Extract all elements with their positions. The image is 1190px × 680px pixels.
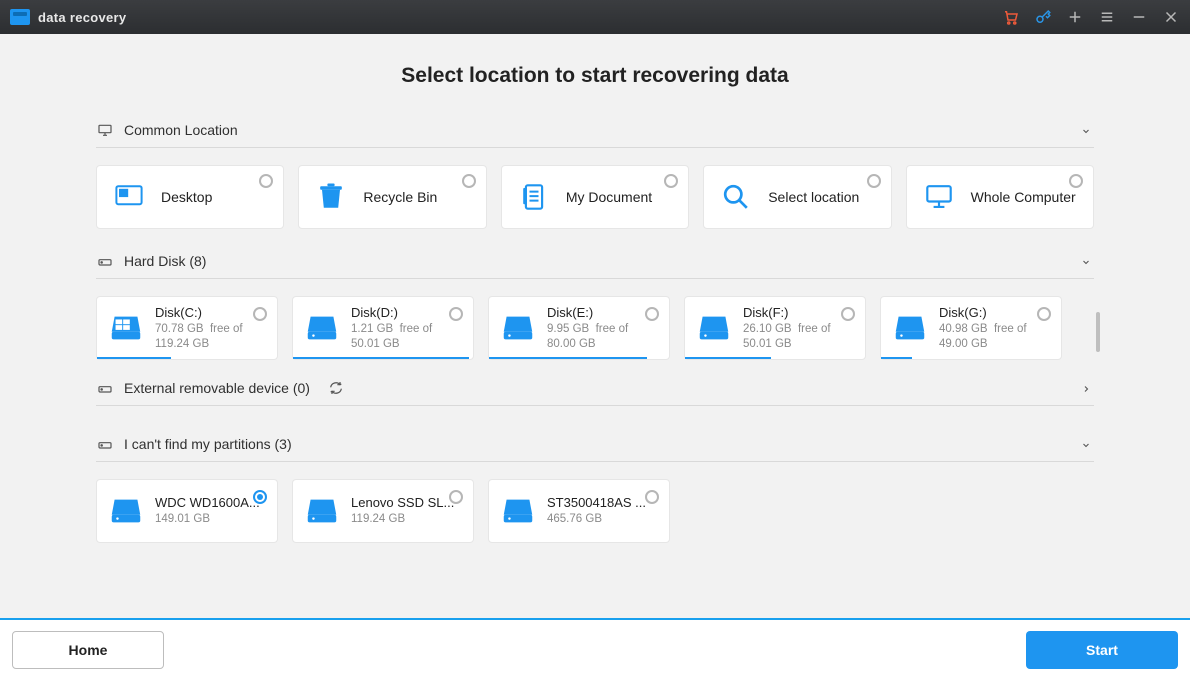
footer: Home Start bbox=[0, 618, 1190, 680]
section-common-title: Common Location bbox=[124, 122, 238, 138]
disk-icon bbox=[303, 309, 341, 347]
radio[interactable] bbox=[664, 174, 678, 188]
start-button[interactable]: Start bbox=[1026, 631, 1178, 669]
key-icon[interactable] bbox=[1034, 8, 1052, 26]
loc-desktop[interactable]: Desktop bbox=[96, 165, 284, 229]
radio[interactable] bbox=[259, 174, 273, 188]
chevron-down-icon bbox=[1080, 124, 1092, 136]
disk-card[interactable]: Disk(G:) 40.98 GB free of 49.00 GB bbox=[880, 296, 1062, 360]
disk-size: 9.95 GB free of 80.00 GB bbox=[547, 322, 659, 352]
loc-whole-computer[interactable]: Whole Computer bbox=[906, 165, 1094, 229]
scrollbar[interactable] bbox=[1096, 312, 1100, 352]
disk-name: Disk(E:) bbox=[547, 305, 659, 320]
titlebar: data recovery bbox=[0, 0, 1190, 34]
disk-name: Disk(F:) bbox=[743, 305, 855, 320]
drive-icon bbox=[96, 380, 114, 396]
loc-recycle[interactable]: Recycle Bin bbox=[298, 165, 486, 229]
section-hard-header[interactable]: Hard Disk (8) bbox=[96, 247, 1094, 279]
home-button[interactable]: Home bbox=[12, 631, 164, 669]
close-icon[interactable] bbox=[1162, 8, 1180, 26]
disk-icon bbox=[499, 309, 537, 347]
disk-name: Disk(D:) bbox=[351, 305, 463, 320]
disk-cards: Disk(C:) 70.78 GB free of 119.24 GB Disk(D… bbox=[96, 296, 1094, 360]
radio[interactable] bbox=[645, 307, 659, 321]
partition-name: ST3500418AS ... bbox=[547, 495, 646, 510]
radio[interactable] bbox=[449, 490, 463, 504]
menu-icon[interactable] bbox=[1098, 8, 1116, 26]
plus-icon[interactable] bbox=[1066, 8, 1084, 26]
drive-icon bbox=[96, 253, 114, 269]
lost-partition-card[interactable]: Lenovo SSD SL... 119.24 GB bbox=[292, 479, 474, 543]
lost-cards: WDC WD1600A... 149.01 GB Lenovo SSD SL... 1… bbox=[96, 479, 1094, 543]
section-common-header[interactable]: Common Location bbox=[96, 116, 1094, 148]
disk-card[interactable]: Disk(D:) 1.21 GB free of 50.01 GB bbox=[292, 296, 474, 360]
loc-select[interactable]: Select location bbox=[703, 165, 891, 229]
app-logo-icon bbox=[10, 9, 30, 25]
partition-size: 119.24 GB bbox=[351, 512, 454, 527]
disk-icon bbox=[891, 309, 929, 347]
partition-name: WDC WD1600A... bbox=[155, 495, 260, 510]
partition-size: 465.76 GB bbox=[547, 512, 646, 527]
lost-partition-card[interactable]: WDC WD1600A... 149.01 GB bbox=[96, 479, 278, 543]
section-lost-title: I can't find my partitions (3) bbox=[124, 436, 292, 452]
radio[interactable] bbox=[253, 307, 267, 321]
disk-card[interactable]: Disk(C:) 70.78 GB free of 119.24 GB bbox=[96, 296, 278, 360]
desktop-icon bbox=[111, 179, 147, 215]
section-ext-title: External removable device (0) bbox=[124, 380, 310, 396]
disk-icon bbox=[107, 309, 145, 347]
minimize-icon[interactable] bbox=[1130, 8, 1148, 26]
chevron-down-icon bbox=[1080, 255, 1092, 267]
disk-size: 1.21 GB free of 50.01 GB bbox=[351, 322, 463, 352]
radio[interactable] bbox=[1037, 307, 1051, 321]
disk-name: Disk(G:) bbox=[939, 305, 1051, 320]
partition-name: Lenovo SSD SL... bbox=[351, 495, 454, 510]
cart-icon[interactable] bbox=[1002, 8, 1020, 26]
disk-icon bbox=[303, 492, 341, 530]
main-content: Select location to start recovering data… bbox=[0, 34, 1190, 619]
chevron-down-icon bbox=[1080, 438, 1092, 450]
section-hard-title: Hard Disk (8) bbox=[124, 253, 206, 269]
radio[interactable] bbox=[449, 307, 463, 321]
section-lost-header[interactable]: I can't find my partitions (3) bbox=[96, 430, 1094, 462]
radio[interactable] bbox=[462, 174, 476, 188]
radio[interactable] bbox=[1069, 174, 1083, 188]
chevron-right-icon bbox=[1080, 382, 1092, 394]
partition-size: 149.01 GB bbox=[155, 512, 260, 527]
refresh-icon[interactable] bbox=[328, 380, 344, 396]
computer-icon bbox=[921, 179, 957, 215]
app-title: data recovery bbox=[38, 10, 126, 25]
disk-icon bbox=[695, 309, 733, 347]
disk-size: 40.98 GB free of 49.00 GB bbox=[939, 322, 1051, 352]
disk-name: Disk(C:) bbox=[155, 305, 267, 320]
monitor-icon bbox=[96, 122, 114, 138]
trash-icon bbox=[313, 179, 349, 215]
search-icon bbox=[718, 179, 754, 215]
common-cards: Desktop Recycle Bin My Document Select l… bbox=[96, 165, 1094, 229]
drive-icon bbox=[96, 436, 114, 452]
disk-icon bbox=[107, 492, 145, 530]
radio[interactable] bbox=[253, 490, 267, 504]
disk-icon bbox=[499, 492, 537, 530]
loc-documents[interactable]: My Document bbox=[501, 165, 689, 229]
radio[interactable] bbox=[867, 174, 881, 188]
document-icon bbox=[516, 179, 552, 215]
disk-card[interactable]: Disk(E:) 9.95 GB free of 80.00 GB bbox=[488, 296, 670, 360]
radio[interactable] bbox=[841, 307, 855, 321]
disk-size: 26.10 GB free of 50.01 GB bbox=[743, 322, 855, 352]
radio[interactable] bbox=[645, 490, 659, 504]
page-title: Select location to start recovering data bbox=[96, 64, 1094, 88]
lost-partition-card[interactable]: ST3500418AS ... 465.76 GB bbox=[488, 479, 670, 543]
disk-size: 70.78 GB free of 119.24 GB bbox=[155, 322, 267, 352]
section-ext-header[interactable]: External removable device (0) bbox=[96, 374, 1094, 406]
disk-card[interactable]: Disk(F:) 26.10 GB free of 50.01 GB bbox=[684, 296, 866, 360]
